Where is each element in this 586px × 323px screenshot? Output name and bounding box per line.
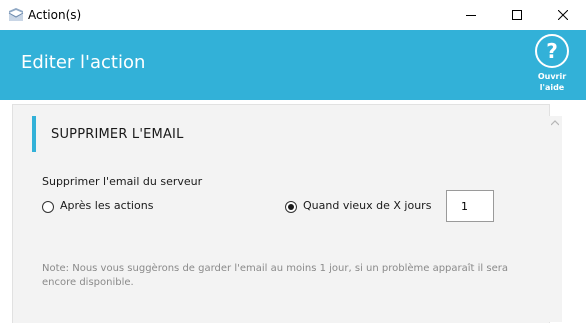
app-icon [8,8,24,21]
close-icon [558,10,568,20]
page-header: Editer l'action ? Ouvrir l'aide [0,30,586,100]
maximize-icon [512,10,522,20]
minimize-icon [466,15,476,16]
close-button[interactable] [540,0,586,30]
title-bar: Action(s) [0,0,586,30]
scroll-up-button[interactable] [548,116,562,130]
help-label-line2: l'aide [539,83,565,92]
note-text: Note: Nous vous suggèrons de garder l'em… [42,263,508,288]
help-button[interactable]: ? Ouvrir l'aide [530,34,574,93]
section-title: SUPPRIMER L'EMAIL [51,127,184,142]
radio-after-actions-label[interactable]: Après les actions [60,199,153,212]
help-label: Ouvrir l'aide [530,71,574,93]
vertical-scrollbar[interactable] [548,116,562,322]
section-accent-bar [32,116,36,152]
help-label-line1: Ouvrir [537,72,567,81]
help-icon: ? [535,34,569,68]
delete-email-label: Supprimer l'email du serveur [42,175,203,188]
window-title: Action(s) [28,8,82,22]
maximize-button[interactable] [494,0,540,30]
page-title: Editer l'action [21,52,146,73]
radio-after-actions[interactable] [42,201,54,213]
chevron-up-icon [551,120,559,126]
radio-older-than-days-label[interactable]: Quand vieux de X jours [303,199,431,212]
minimize-button[interactable] [448,0,494,30]
days-input[interactable] [446,190,494,222]
radio-older-than-days[interactable] [285,201,297,213]
